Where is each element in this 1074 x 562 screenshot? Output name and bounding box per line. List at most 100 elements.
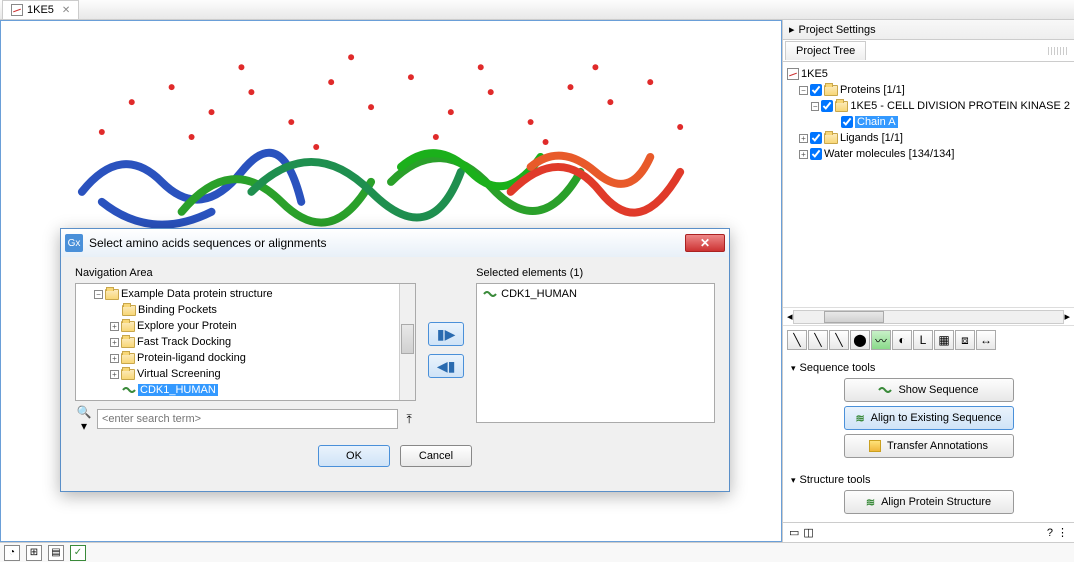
right-status-bar: ▭ ◫ ? ⋮ [783, 522, 1074, 542]
app-icon: Gx [65, 234, 83, 252]
folder-icon [824, 133, 838, 144]
layout-icon-2[interactable]: ◫ [803, 526, 813, 539]
nav-item-label: Explore your Protein [137, 320, 237, 332]
sequence-tools-header[interactable]: Sequence tools [791, 362, 1066, 374]
nav-root[interactable]: − Example Data protein structure [78, 286, 413, 302]
help-icon[interactable]: ? [1047, 527, 1053, 539]
tree-protein-entry[interactable]: − 1KE5 - CELL DIVISION PROTEIN KINASE 2 [787, 98, 1070, 114]
checkbox-proteins[interactable] [810, 84, 822, 96]
tool-surface[interactable]: ◐ [892, 330, 912, 350]
align-structure-label: Align Protein Structure [881, 496, 991, 508]
tree-tab-bar: Project Tree [783, 40, 1074, 62]
layout-icon-1[interactable]: ▭ [789, 526, 799, 539]
dialog-titlebar[interactable]: Gx Select amino acids sequences or align… [61, 229, 729, 257]
close-icon[interactable]: ✕ [62, 5, 70, 16]
status-icon-2[interactable]: ⊞ [26, 545, 42, 561]
nav-item-label: Binding Pockets [138, 304, 217, 316]
tool-spheres[interactable]: ⬤ [850, 330, 870, 350]
level-up-icon[interactable]: ⤒ [402, 412, 416, 427]
ok-button[interactable]: OK [318, 445, 390, 467]
hscroll-thumb[interactable] [824, 311, 884, 323]
tree-water[interactable]: + Water molecules [134/134] [787, 146, 1070, 162]
panel-header: ▸ Project Settings [783, 20, 1074, 40]
transfer-annotations-label: Transfer Annotations [887, 440, 988, 452]
tool-line-1[interactable]: ╲ [787, 330, 807, 350]
show-sequence-button[interactable]: Show Sequence [844, 378, 1014, 402]
collapse-icon[interactable]: − [799, 86, 808, 95]
nav-item-docking[interactable]: + Protein-ligand docking [78, 350, 413, 366]
checkbox-protein-entry[interactable] [821, 100, 833, 112]
folder-icon [824, 85, 838, 96]
expand-icon[interactable]: + [799, 150, 808, 159]
tool-select[interactable]: ▦ [934, 330, 954, 350]
selected-elements-label: Selected elements (1) [476, 267, 715, 279]
search-input[interactable] [97, 409, 398, 429]
cancel-button[interactable]: Cancel [400, 445, 472, 467]
tool-label[interactable]: L [913, 330, 933, 350]
tree-root[interactable]: 1KE5 [787, 66, 1070, 82]
expand-icon[interactable]: + [110, 354, 119, 363]
scroll-right-icon[interactable]: ▸ [1064, 310, 1070, 323]
nav-item-virtual-screening[interactable]: + Virtual Screening [78, 366, 413, 382]
tree-ligands[interactable]: + Ligands [1/1] [787, 130, 1070, 146]
tool-cartoon[interactable]: 〰 [871, 330, 891, 350]
tool-arrows[interactable]: ↔ [976, 330, 996, 350]
expand-icon[interactable]: + [110, 370, 119, 379]
folder-icon [121, 337, 135, 348]
project-tree[interactable]: 1KE5 − Proteins [1/1] − 1KE5 - CELL DIVI… [783, 62, 1074, 307]
checkbox-chain-a[interactable] [841, 116, 853, 128]
folder-icon [105, 289, 119, 300]
status-icon-1[interactable]: ◔ [4, 545, 20, 561]
nav-item-explore[interactable]: + Explore your Protein [78, 318, 413, 334]
tool-line-3[interactable]: ╲ [829, 330, 849, 350]
annotations-icon [869, 440, 881, 452]
selected-list[interactable]: CDK1_HUMAN [476, 283, 715, 423]
collapse-icon[interactable]: − [94, 290, 103, 299]
expand-icon[interactable]: + [110, 322, 119, 331]
align-icon: ≋ [855, 412, 864, 425]
folder-icon [121, 353, 135, 364]
navigation-area-label: Navigation Area [75, 267, 416, 279]
status-icon-4[interactable]: ✓ [70, 545, 86, 561]
tree-proteins[interactable]: − Proteins [1/1] [787, 82, 1070, 98]
vscroll[interactable] [399, 284, 415, 400]
collapse-icon[interactable]: − [811, 102, 819, 111]
nav-item-label: Fast Track Docking [137, 336, 231, 348]
tree-chain-a[interactable]: Chain A [787, 114, 1070, 130]
vscroll-thumb[interactable] [401, 324, 414, 354]
nav-item-binding-pockets[interactable]: Binding Pockets [78, 302, 413, 318]
tool-line-2[interactable]: ╲ [808, 330, 828, 350]
selected-item-cdk1[interactable]: CDK1_HUMAN [479, 286, 712, 302]
remove-button[interactable]: ◀▮ [428, 354, 464, 378]
align-existing-button[interactable]: ≋ Align to Existing Sequence [844, 406, 1014, 430]
add-button[interactable]: ▮▶ [428, 322, 464, 346]
tab-1ke5[interactable]: 1KE5 ✕ [2, 0, 79, 19]
nav-item-cdk1[interactable]: CDK1_HUMAN [78, 382, 413, 398]
nav-item-fasttrack[interactable]: + Fast Track Docking [78, 334, 413, 350]
mol-icon [787, 68, 799, 80]
expand-icon[interactable]: + [110, 338, 119, 347]
expand-icon[interactable]: + [799, 134, 808, 143]
folder-icon [121, 321, 135, 332]
navigation-tree[interactable]: − Example Data protein structure Binding… [75, 283, 416, 401]
tool-crop[interactable]: ⧈ [955, 330, 975, 350]
transfer-annotations-button[interactable]: Transfer Annotations [844, 434, 1014, 458]
hscroll-track[interactable] [793, 310, 1065, 324]
search-icon[interactable]: 🔍▾ [75, 405, 93, 433]
checkbox-ligands[interactable] [810, 132, 822, 144]
sequence-icon [483, 289, 497, 299]
mol-icon [11, 4, 23, 16]
nav-root-label: Example Data protein structure [121, 288, 273, 300]
checkbox-water[interactable] [810, 148, 822, 160]
structure-tools-header[interactable]: Structure tools [791, 474, 1066, 486]
protein-rendering [42, 42, 740, 242]
align-structure-button[interactable]: ≋ Align Protein Structure [844, 490, 1014, 514]
tab-project-tree[interactable]: Project Tree [785, 41, 866, 60]
status-icon-3[interactable]: ▤ [48, 545, 64, 561]
align-existing-label: Align to Existing Sequence [871, 412, 1002, 424]
sequence-icon [122, 385, 136, 395]
close-button[interactable]: ✕ [685, 234, 725, 252]
tree-hscroll[interactable]: ◂ ▸ [783, 307, 1074, 325]
tree-proteins-label: Proteins [1/1] [840, 84, 905, 96]
more-icon[interactable]: ⋮ [1057, 526, 1068, 539]
